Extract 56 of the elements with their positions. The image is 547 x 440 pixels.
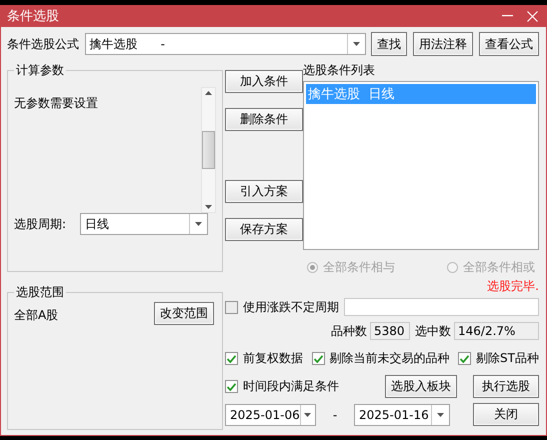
dropdown-caret-icon[interactable] — [304, 412, 312, 416]
formula-button[interactable]: 查看公式 — [479, 32, 539, 56]
formula-button[interactable]: 查找 — [371, 32, 407, 56]
count-value: 5380 — [370, 322, 410, 340]
count-value: 146/2.7% — [454, 322, 539, 340]
condition-button[interactable]: 删除条件 — [225, 108, 303, 131]
group-title: 选股范围 — [15, 284, 65, 301]
formula-dropdown[interactable]: 擒牛选股 - — [84, 33, 366, 55]
scroll-up-icon[interactable] — [205, 91, 212, 95]
check-icon — [227, 382, 236, 390]
condition-button[interactable]: 加入条件 — [225, 70, 303, 93]
add-to-block-button[interactable]: 选股入板块 — [385, 375, 457, 398]
minimize-icon[interactable] — [502, 15, 513, 17]
status-message: 选股完毕. — [487, 278, 539, 295]
count-label: 品种数 — [331, 322, 367, 340]
checkbox[interactable] — [225, 300, 238, 314]
list-title: 选股条件列表 — [303, 62, 376, 79]
period-input[interactable] — [344, 298, 539, 316]
close-button[interactable]: 关闭 — [473, 403, 539, 426]
count-label: 选中数 — [415, 322, 451, 340]
end-date-field[interactable]: 2025-01-16 — [354, 404, 450, 426]
scroll-thumb[interactable] — [202, 131, 215, 169]
plan-button[interactable]: 引入方案 — [225, 180, 303, 203]
radio-label: 全部条件相与 — [323, 259, 395, 276]
change-range-button[interactable]: 改变范围 — [154, 302, 214, 325]
group-title: 计算参数 — [15, 62, 65, 79]
radio-label: 全部条件相或 — [463, 259, 535, 276]
dropdown-caret-icon[interactable] — [353, 42, 360, 46]
checkbox[interactable] — [225, 352, 238, 365]
checkbox-label: 使用涨跌不定周期 — [243, 298, 339, 316]
date-separator: - — [332, 408, 338, 422]
check-icon — [460, 354, 470, 362]
checkbox-label: 剔除当前未交易的品种 — [330, 350, 450, 367]
checkbox[interactable] — [225, 380, 238, 393]
dropdown-caret-icon[interactable] — [437, 412, 444, 416]
checkbox[interactable] — [458, 352, 472, 365]
formula-button[interactable]: 用法注释 — [413, 32, 473, 56]
run-button[interactable]: 执行选股 — [473, 375, 539, 398]
window-title: 条件选股 — [7, 8, 60, 25]
checkbox-label: 剔除ST品种 — [476, 350, 539, 367]
scroll-down-icon[interactable] — [205, 205, 212, 209]
start-date-field[interactable]: 2025-01-06 — [225, 404, 316, 426]
checkbox[interactable] — [312, 352, 325, 365]
check-icon — [227, 354, 236, 362]
dropdown-caret-icon[interactable] — [195, 222, 202, 226]
check-icon — [314, 354, 323, 362]
checkbox-label: 时间段内满足条件 — [243, 378, 339, 395]
scrollbar[interactable] — [201, 87, 216, 213]
checkbox-label: 前复权数据 — [243, 350, 303, 367]
plan-button[interactable]: 保存方案 — [225, 218, 303, 241]
period-label: 选股周期: — [14, 216, 68, 232]
period-dropdown[interactable]: 日线 — [80, 213, 208, 235]
range-value: 全部A股 — [14, 307, 58, 324]
formula-label: 条件选股公式 — [7, 36, 80, 52]
close-icon[interactable] — [527, 10, 538, 22]
params-message: 无参数需要设置 — [14, 95, 98, 112]
